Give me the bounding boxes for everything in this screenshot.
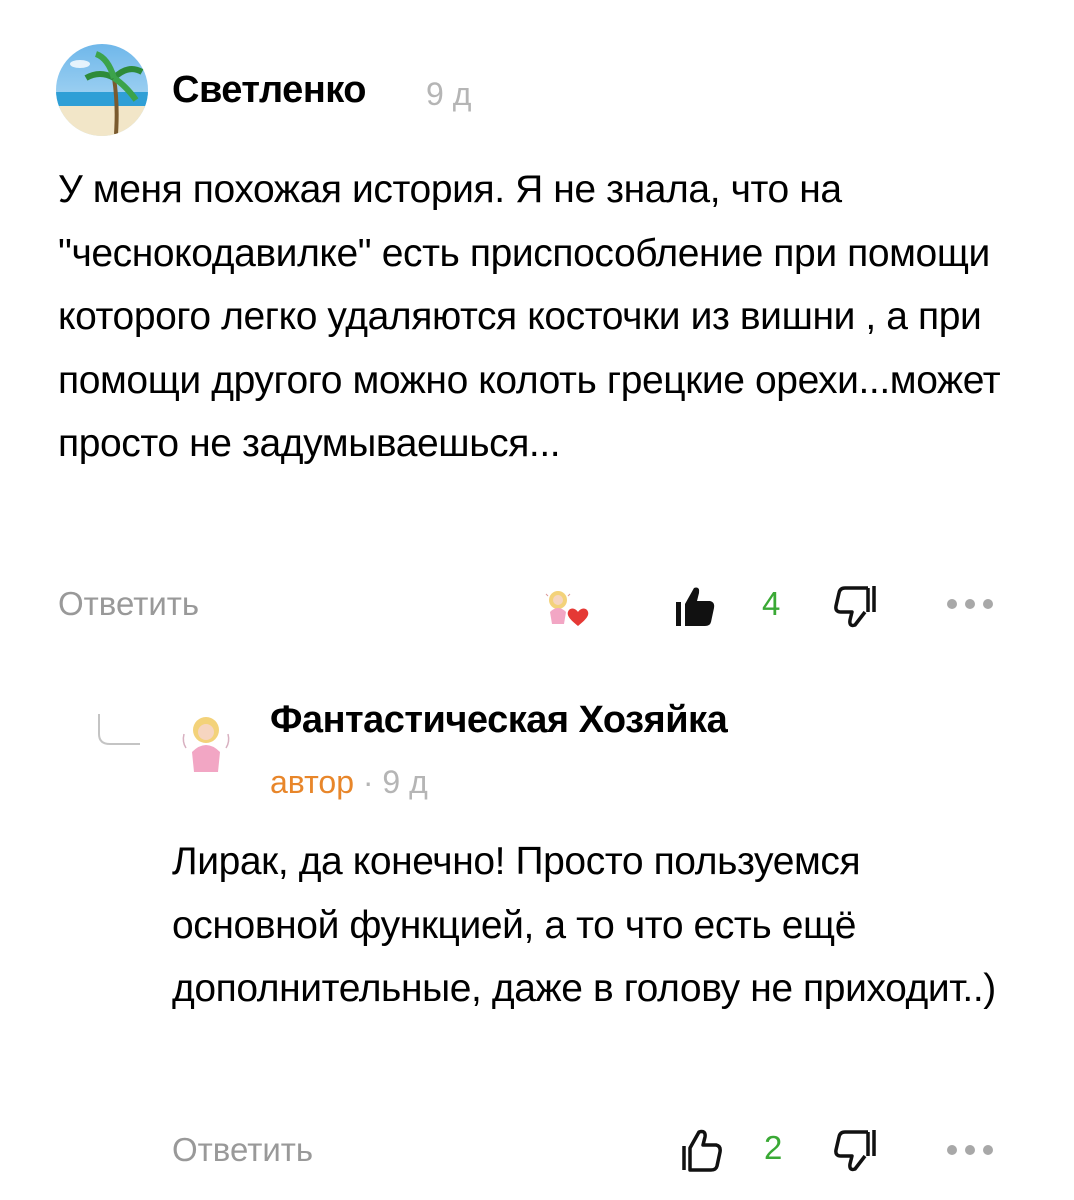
like-count: 4: [762, 585, 781, 622]
more-button[interactable]: [944, 594, 996, 614]
heart-icon: [567, 608, 589, 626]
reply-button[interactable]: Ответить: [172, 1126, 313, 1174]
more-dots-icon: [947, 1145, 993, 1155]
reply-time: 9 д: [382, 764, 428, 800]
thumbs-down-icon: [834, 1130, 876, 1172]
dislike-button[interactable]: [832, 582, 880, 630]
comment-text: У меня похожая история. Я не знала, что …: [58, 168, 1001, 465]
more-button[interactable]: [944, 1140, 996, 1160]
author-badge: автор: [270, 764, 354, 800]
meta-separator: ·: [362, 764, 374, 800]
reply-button[interactable]: Ответить: [58, 580, 199, 628]
author-mini-avatar: [545, 591, 571, 624]
more-dots-icon: [947, 599, 993, 609]
reply-author-name[interactable]: Фантастическая Хозяйка: [270, 694, 728, 746]
avatar[interactable]: [56, 44, 148, 136]
dislike-button[interactable]: [832, 1126, 880, 1174]
like-button[interactable]: [670, 582, 718, 630]
thumbs-up-icon: [682, 1129, 722, 1172]
like-count: 2: [764, 1129, 783, 1166]
author-like-badge: [536, 582, 596, 632]
reply-avatar[interactable]: [172, 708, 240, 776]
reply-text: Лирак, да конечно! Просто пользуемся осн…: [172, 840, 996, 1010]
thumbs-down-icon: [834, 586, 876, 628]
reply-meta: автор · 9 д: [270, 758, 428, 806]
comment-time: 9 д: [426, 76, 472, 112]
thumbs-up-icon: [676, 587, 715, 626]
thread-branch-icon: [96, 712, 142, 748]
author-name[interactable]: Светленко: [172, 64, 367, 116]
like-button[interactable]: [676, 1126, 724, 1174]
